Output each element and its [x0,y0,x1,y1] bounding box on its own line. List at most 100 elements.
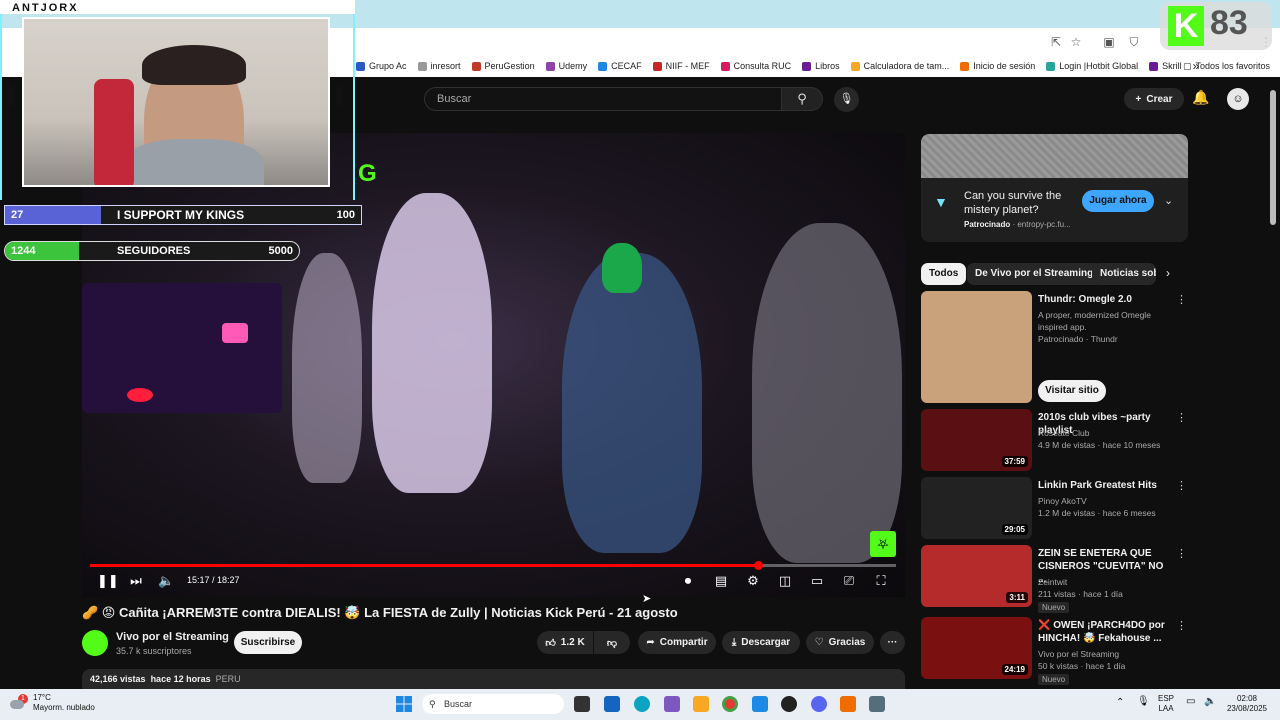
notepad-icon[interactable] [752,696,768,712]
file-explorer-icon[interactable] [693,696,709,712]
obs-icon[interactable] [781,696,797,712]
ad-banner-image[interactable] [921,134,1188,178]
discord-icon[interactable] [811,696,827,712]
kebab-menu-icon[interactable]: ⋮ [1176,547,1187,560]
page-scrollbar[interactable] [1270,90,1276,225]
shield-icon[interactable]: ⛉ [1126,34,1142,50]
ad-cta-button[interactable]: Jugar ahora [1082,190,1154,212]
kebab-menu-icon[interactable]: ⋮ [1176,479,1187,492]
video-player[interactable] [82,133,905,597]
kebab-menu-icon[interactable]: ⋮ [1176,411,1187,424]
task-view-icon[interactable] [574,696,590,712]
chrome-icon[interactable] [722,696,738,712]
like-button[interactable]: 👍︎ 1.2 K [537,631,593,654]
chip-news[interactable]: Noticias sob [1092,263,1156,285]
chip-channel[interactable]: De Vivo por el Streaming [967,263,1102,285]
recommendation-meta: 4.9 M de vistas · hace 10 meses [1038,440,1161,450]
calculator-icon[interactable] [869,696,885,712]
bookmark-item[interactable]: Consulta RUC [720,61,791,71]
bookmark-item[interactable]: PeruGestion [471,61,535,71]
create-button[interactable]: + Crear [1124,88,1184,110]
folder-icon: ▢ [1182,60,1192,71]
all-bookmarks-folder[interactable]: ▢ Todos los favoritos [1183,55,1270,77]
search-icon: ⚲ [797,91,807,106]
install-icon[interactable]: ⇱ [1048,34,1064,50]
chevron-down-icon[interactable]: ⌄ [1164,194,1173,207]
bookmark-item[interactable]: Libros [802,61,840,71]
webcam-hair [142,45,246,85]
more-actions-button[interactable]: ··· [880,631,905,654]
language-indicator[interactable]: ESP LAA [1158,694,1174,714]
kebab-menu-icon[interactable]: ⋮ [1176,293,1187,306]
chip-all[interactable]: Todos [921,263,967,285]
store-icon[interactable] [604,696,620,712]
bookmark-label: Inicio de sesión [973,61,1036,71]
account-avatar[interactable]: ☺ [1227,88,1249,110]
recommendation-title[interactable]: Linkin Park Greatest Hits [1038,479,1172,492]
dislike-button[interactable]: 👎︎ [594,631,630,654]
star-icon[interactable]: ☆ [1068,34,1084,50]
description-box[interactable]: 42,166 vistas hace 12 horas PERU [82,669,905,689]
volume-icon[interactable]: 🔈 [158,573,174,589]
channel-avatar[interactable] [82,630,108,656]
notifications-bell-icon[interactable]: 🔔 [1192,89,1209,106]
video-tag[interactable]: PERU [216,674,241,684]
windows-start-icon[interactable] [396,696,412,712]
edge-icon[interactable] [634,696,650,712]
chevron-right-icon[interactable]: › [1166,266,1170,280]
voice-search-button[interactable]: 🎙 [834,87,859,112]
network-icon[interactable]: ▭ [1186,697,1195,707]
bookmark-item[interactable]: Login |Hotbit Global [1046,61,1138,71]
video-frame-dancer [372,193,492,493]
thanks-button[interactable]: ♡ Gracias [806,631,874,654]
visit-site-button[interactable]: Visitar sitio [1038,380,1106,402]
recommendation-thumbnail[interactable]: 29:05 [921,477,1032,539]
volume-icon[interactable]: 🔈 [1204,697,1216,707]
recommendation-meta: Pinoy AkoTV [1038,496,1087,506]
bookmark-item[interactable]: Grupo Ac [356,61,407,71]
taskbar-search[interactable]: ⚲ Buscar [422,694,564,714]
bookmark-item[interactable]: Udemy [545,61,587,71]
recommendation-title[interactable]: ❌ OWEN ¡PARCH4DO por HINCHA! 🤯 Fekahouse… [1038,619,1172,645]
next-icon[interactable]: ⏭ [128,573,144,589]
miniplayer-icon[interactable]: ◫ [777,573,793,589]
app-icon[interactable] [840,696,856,712]
weather-icon[interactable]: 1 [10,694,30,714]
address-bar[interactable] [356,31,1036,53]
extension-icon[interactable]: ▣ [1101,34,1117,50]
clock[interactable]: 02:08 23/08/2025 [1222,694,1272,714]
recommendation-thumbnail[interactable] [921,291,1032,403]
channel-name[interactable]: Vivo por el Streaming [116,631,229,643]
bookmark-item[interactable]: inresort [417,61,461,71]
share-button[interactable]: ➦ Compartir [638,631,716,654]
theater-mode-icon[interactable]: ▭ [809,573,825,589]
ad-title[interactable]: Can you survive the mistery planet? [964,189,1074,217]
search-input[interactable]: Buscar [424,87,782,111]
recommendation-thumbnail[interactable]: 3:11 [921,545,1032,607]
recommendation-title[interactable]: Thundr: Omegle 2.0 [1038,293,1172,306]
settings-gear-icon[interactable]: ⚙ [745,573,761,589]
bookmark-item[interactable]: Inicio de sesión [960,61,1035,71]
recommendation-thumbnail[interactable]: 37:59 [921,409,1032,471]
copilot-icon[interactable] [664,696,680,712]
cast-icon[interactable]: ⎚ [841,573,857,589]
bookmark-item[interactable]: Calculadora de tam... [850,61,949,71]
kebab-menu-icon[interactable]: ⋮ [1176,619,1187,632]
weather-widget[interactable]: 17°C Mayorm. nublado [33,693,95,713]
fullscreen-icon[interactable]: ⛶ [873,573,889,589]
pause-icon[interactable]: ❚❚ [97,573,119,589]
recommendation-thumbnail[interactable]: 24:19 [921,617,1032,679]
search-button[interactable]: ⚲ [781,87,823,111]
bookmark-item[interactable]: Skrill [1149,61,1182,71]
bookmark-item[interactable]: CECAF [598,61,642,71]
subtitles-icon[interactable]: ▤ [713,573,729,589]
bookmark-favicon-icon [356,61,365,71]
chevron-up-icon[interactable]: ⌃ [1116,698,1124,708]
thanks-label: Gracias [828,637,866,648]
microphone-icon[interactable]: 🎙 [1137,697,1150,707]
subscribe-button[interactable]: Suscribirse [234,631,302,654]
bookmark-item[interactable]: NIIF - MEF [652,61,710,71]
download-button[interactable]: ⤓ Descargar [722,631,800,654]
autoplay-toggle[interactable]: ⏺ [676,573,700,589]
subscriber-count: 35.7 k suscriptores [116,646,192,656]
